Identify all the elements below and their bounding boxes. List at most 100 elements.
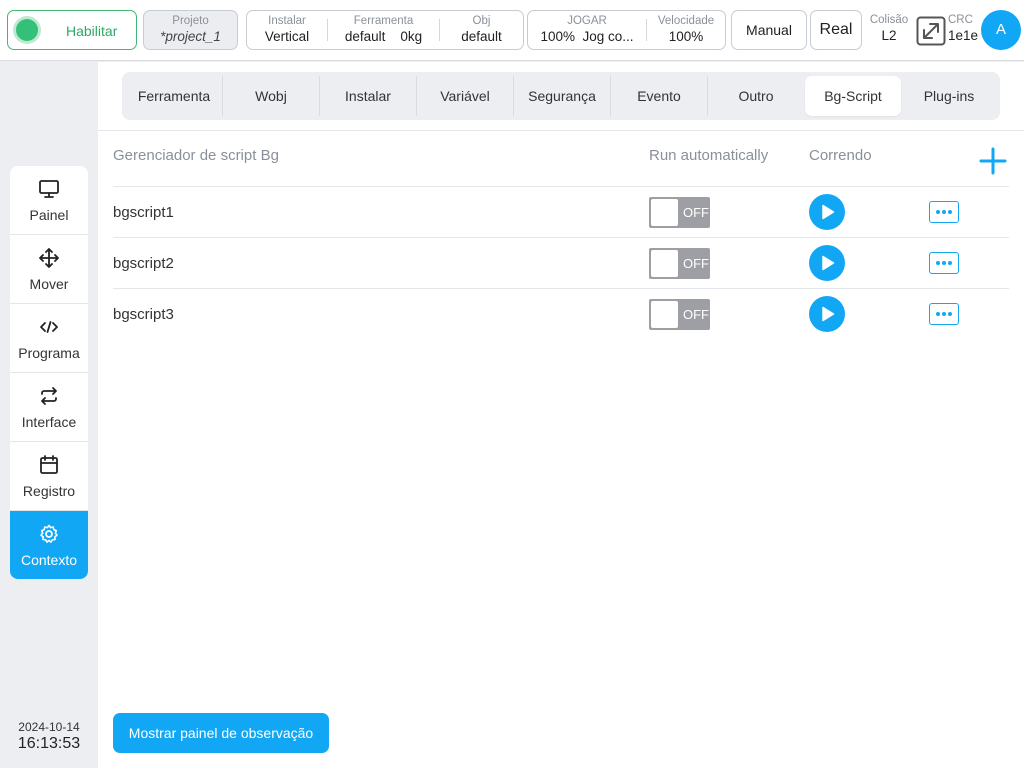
tab-bg-script[interactable]: Bg-Script [805, 76, 901, 116]
gear-icon [40, 524, 58, 543]
real-mode-button[interactable]: Real [810, 10, 862, 50]
nav-label: Painel [29, 207, 69, 223]
expand-icon[interactable] [916, 16, 946, 46]
tool-cell: Ferramenta default 0kg [328, 11, 439, 49]
add-script-button[interactable] [978, 146, 1008, 176]
run-script-button[interactable] [809, 245, 845, 281]
install-tool-obj-box[interactable]: Instalar Vertical Ferramenta default 0kg… [246, 10, 524, 50]
collision-label: Colisão [869, 14, 909, 26]
obj-value: default [461, 29, 502, 44]
auto-run-toggle[interactable]: OFF [649, 197, 710, 228]
nav-label: Interface [21, 414, 77, 430]
auto-run-toggle[interactable]: OFF [649, 248, 710, 279]
nav-item-interface[interactable]: Interface [10, 373, 88, 442]
script-name: bgscript3 [113, 306, 174, 323]
jog-label: JOGAR [567, 15, 607, 27]
more-options-button[interactable] [929, 252, 959, 274]
header-running: Correndo [809, 147, 872, 164]
install-cell: Instalar Vertical [247, 11, 327, 49]
crc-value: 1e1e [948, 28, 979, 43]
nav-label: Contexto [20, 552, 78, 568]
nav-item-programa[interactable]: Programa [10, 304, 88, 373]
more-options-button[interactable] [929, 303, 959, 325]
auto-run-toggle[interactable]: OFF [649, 299, 710, 330]
divider [98, 130, 1024, 131]
tool-value: default [344, 29, 386, 44]
obj-cell: Obj default [440, 11, 523, 49]
more-dots-icon [936, 210, 952, 214]
date-text: 2024-10-14 [18, 720, 80, 734]
header-script-manager: Gerenciador de script Bg [113, 147, 279, 164]
nav-item-registro[interactable]: Registro [10, 442, 88, 511]
side-nav: Painel Mover Programa Interface Registro… [10, 166, 88, 579]
code-icon [40, 321, 58, 333]
project-box[interactable]: Projeto *project_1 [143, 10, 238, 50]
tab-wobj[interactable]: Wobj [223, 76, 319, 116]
tab-outro[interactable]: Outro [708, 76, 804, 116]
crc-label: CRC [948, 14, 973, 26]
tool-weight: 0kg [400, 29, 423, 44]
install-label: Instalar [268, 15, 306, 27]
datetime: 2024-10-14 16:13:53 [10, 720, 88, 753]
show-watch-panel-button[interactable]: Mostrar painel de observação [113, 713, 329, 753]
swap-icon [41, 387, 57, 405]
nav-item-mover[interactable]: Mover [10, 235, 88, 304]
project-value: *project_1 [160, 29, 221, 44]
jog-value-row: 100% Jog co... [528, 28, 646, 45]
nav-label: Mover [29, 276, 69, 292]
enable-status-dot [16, 19, 38, 41]
speed-value: 100% [668, 29, 704, 44]
monitor-icon [39, 180, 59, 198]
tab-evento[interactable]: Evento [611, 76, 707, 116]
play-icon [822, 306, 835, 322]
toggle-state: OFF [683, 205, 709, 220]
toggle-knob [651, 301, 678, 328]
jog-value: 100% [540, 29, 575, 44]
main-content: Ferramenta Wobj Instalar Variável Segura… [98, 62, 1024, 768]
tab-instalar[interactable]: Instalar [320, 76, 416, 116]
play-icon [822, 255, 835, 271]
user-avatar[interactable]: A [981, 10, 1021, 50]
top-bar: Habilitar Projeto *project_1 Instalar Ve… [0, 0, 1024, 61]
tab-plug-ins[interactable]: Plug-ins [901, 76, 997, 116]
row-divider [113, 186, 1009, 187]
play-icon [822, 204, 835, 220]
row-divider [113, 288, 1009, 289]
jog-cell: JOGAR 100% Jog co... [528, 11, 646, 49]
nav-item-contexto[interactable]: Contexto [10, 511, 88, 579]
toggle-state: OFF [683, 307, 709, 322]
tab-ferramenta[interactable]: Ferramenta [126, 76, 222, 116]
toggle-state: OFF [683, 256, 709, 271]
nav-item-painel[interactable]: Painel [10, 166, 88, 235]
tab-seguranca[interactable]: Segurança [514, 76, 610, 116]
run-script-button[interactable] [809, 296, 845, 332]
script-name: bgscript2 [113, 255, 174, 272]
collision-indicator[interactable]: Colisão L2 [867, 14, 911, 44]
row-divider [113, 237, 1009, 238]
obj-label: Obj [472, 15, 491, 27]
install-value: Vertical [264, 29, 310, 44]
toggle-knob [651, 250, 678, 277]
crc-indicator: CRC 1e1e [948, 14, 980, 44]
more-options-button[interactable] [929, 201, 959, 223]
calendar-icon [40, 455, 58, 474]
move-arrows-icon [39, 248, 59, 268]
enable-button[interactable]: Habilitar [7, 10, 137, 50]
more-dots-icon [936, 261, 952, 265]
nav-label: Registro [22, 483, 76, 499]
time-text: 16:13:53 [17, 735, 81, 752]
tab-bar: Ferramenta Wobj Instalar Variável Segura… [122, 72, 1000, 120]
speed-label: Velocidade [657, 15, 715, 27]
manual-mode-button[interactable]: Manual [731, 10, 807, 50]
more-dots-icon [936, 312, 952, 316]
jog-mode: Jog co... [582, 29, 634, 44]
enable-label: Habilitar [66, 23, 118, 39]
tool-label: Ferramenta [353, 15, 414, 27]
project-label: Projeto [172, 15, 209, 27]
header-run-automatically: Run automatically [649, 147, 769, 164]
tab-variavel[interactable]: Variável [417, 76, 513, 116]
run-script-button[interactable] [809, 194, 845, 230]
collision-value: L2 [881, 28, 897, 43]
nav-label: Programa [18, 345, 80, 361]
jog-speed-box[interactable]: JOGAR 100% Jog co... Velocidade 100% [527, 10, 726, 50]
